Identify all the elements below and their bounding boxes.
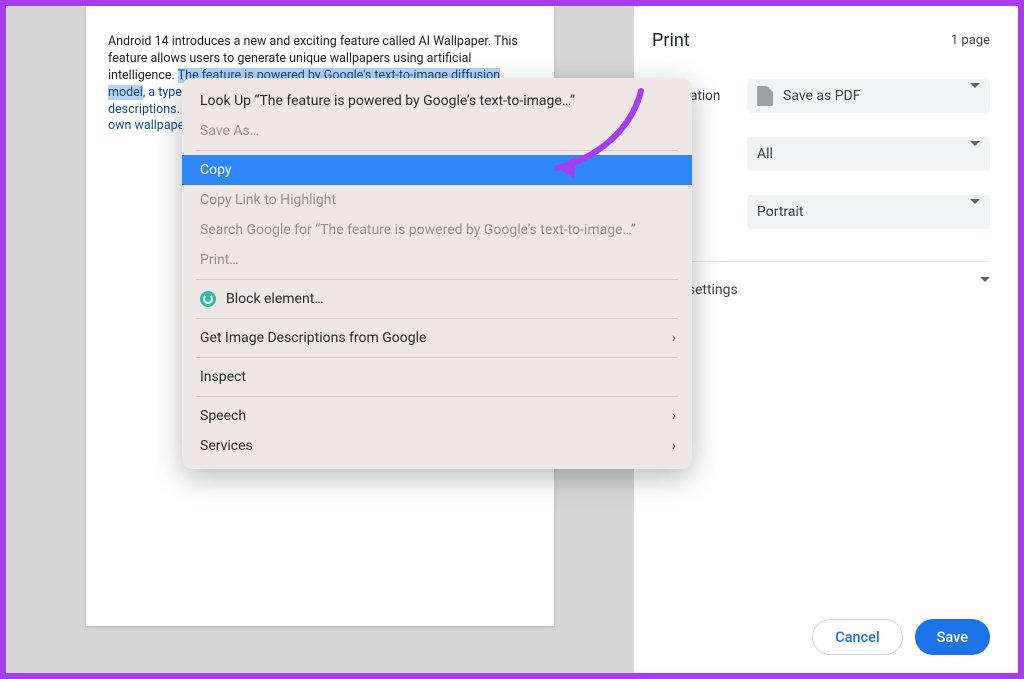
ctx-search: Search Google for “The feature is powere… bbox=[182, 215, 692, 245]
page-count: 1 page bbox=[951, 33, 990, 48]
pdf-icon bbox=[757, 86, 773, 106]
layout-select[interactable]: Portrait bbox=[747, 195, 990, 229]
ctx-copy[interactable]: Copy bbox=[182, 155, 692, 185]
ctx-save-as-label: Save As… bbox=[200, 123, 259, 139]
chevron-down-icon bbox=[970, 88, 980, 104]
ctx-search-label: Search Google for “The feature is powere… bbox=[200, 222, 636, 238]
context-menu: Look Up “The feature is powered by Googl… bbox=[182, 78, 692, 469]
ctx-speech-label: Speech bbox=[200, 408, 246, 424]
ctx-inspect[interactable]: Inspect bbox=[182, 362, 692, 392]
ctx-speech[interactable]: Speech › bbox=[182, 401, 692, 431]
block-element-icon bbox=[200, 291, 216, 307]
ctx-lookup-label: Look Up “The feature is powered by Googl… bbox=[200, 93, 575, 109]
ctx-separator bbox=[196, 357, 678, 358]
more-settings-toggle[interactable]: More settings bbox=[652, 261, 990, 298]
print-title: Print bbox=[652, 30, 690, 51]
ctx-img-desc-label: Get Image Descriptions from Google bbox=[200, 330, 426, 346]
destination-value: Save as PDF bbox=[783, 88, 861, 104]
ctx-save-as: Save As… bbox=[182, 116, 692, 146]
ctx-block-label: Block element… bbox=[226, 291, 324, 307]
ctx-lookup[interactable]: Look Up “The feature is powered by Googl… bbox=[182, 86, 692, 116]
destination-select[interactable]: Save as PDF bbox=[747, 79, 990, 113]
chevron-down-icon bbox=[980, 282, 990, 298]
save-label: Save bbox=[937, 629, 968, 646]
ctx-copy-link-label: Copy Link to Highlight bbox=[200, 192, 336, 208]
ctx-services-label: Services bbox=[200, 438, 253, 454]
ctx-print: Print… bbox=[182, 245, 692, 275]
cancel-button[interactable]: Cancel bbox=[812, 619, 902, 655]
ctx-block-element[interactable]: Block element… bbox=[182, 284, 692, 314]
chevron-right-icon: › bbox=[672, 438, 676, 454]
layout-value: Portrait bbox=[757, 204, 803, 220]
chevron-down-icon bbox=[970, 146, 980, 162]
ctx-inspect-label: Inspect bbox=[200, 369, 246, 385]
save-button[interactable]: Save bbox=[915, 619, 990, 655]
ctx-services[interactable]: Services › bbox=[182, 431, 692, 461]
chevron-right-icon: › bbox=[672, 330, 676, 346]
chevron-down-icon bbox=[970, 204, 980, 220]
cancel-label: Cancel bbox=[835, 629, 879, 646]
ctx-image-descriptions[interactable]: Get Image Descriptions from Google › bbox=[182, 323, 692, 353]
chevron-right-icon: › bbox=[672, 408, 676, 424]
ctx-print-label: Print… bbox=[200, 252, 239, 268]
ctx-copy-link: Copy Link to Highlight bbox=[182, 185, 692, 215]
ctx-separator bbox=[196, 396, 678, 397]
ctx-separator bbox=[196, 150, 678, 151]
ctx-separator bbox=[196, 279, 678, 280]
pages-value: All bbox=[757, 146, 773, 162]
ctx-copy-label: Copy bbox=[200, 162, 232, 178]
ctx-separator bbox=[196, 318, 678, 319]
pages-select[interactable]: All bbox=[747, 137, 990, 171]
